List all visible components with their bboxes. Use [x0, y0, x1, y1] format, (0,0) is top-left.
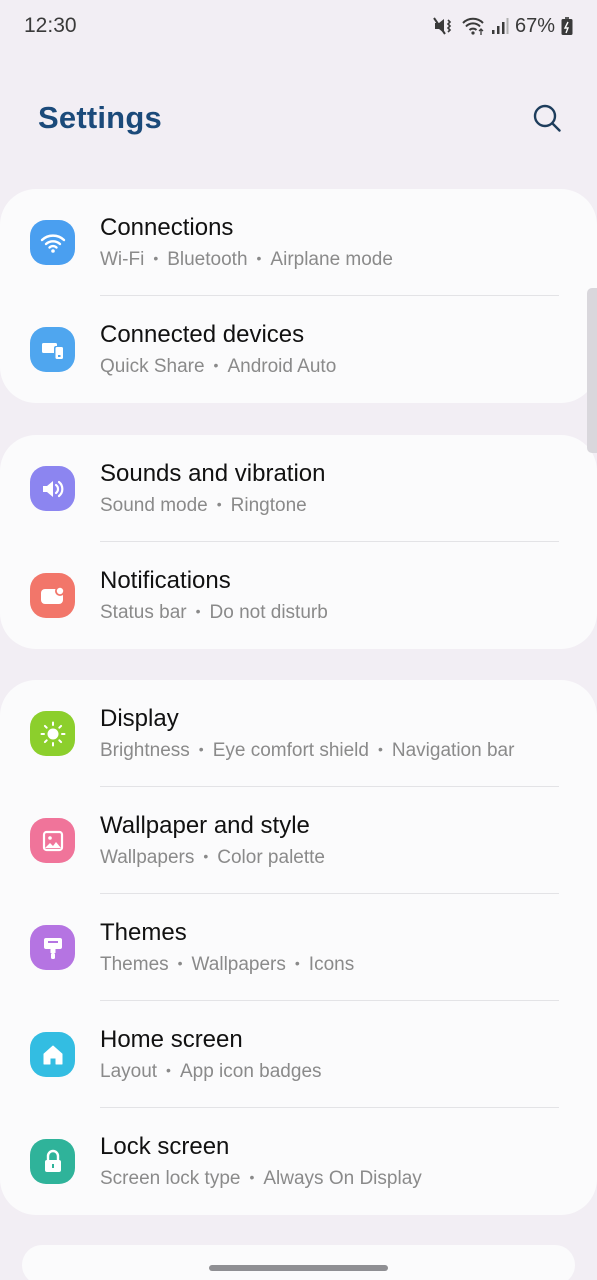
item-title: Themes	[100, 919, 187, 946]
subtitle-part: Airplane mode	[270, 249, 393, 270]
item-title: Lock screen	[100, 1133, 230, 1160]
battery-charging-icon	[561, 16, 573, 36]
item-subtitle: Quick Share • Android Auto	[100, 356, 337, 377]
page-title: Settings	[38, 100, 162, 135]
wifi-icon	[461, 16, 485, 36]
mute-vibrate-icon	[433, 16, 455, 36]
gesture-nav-handle[interactable]	[209, 1265, 388, 1271]
image-icon	[30, 818, 75, 863]
lock-icon	[30, 1139, 75, 1184]
signal-icon	[491, 16, 509, 36]
settings-group-display: Display Brightness • Eye comfort shield • Na…	[0, 680, 597, 1215]
item-subtitle: Wallpapers • Color palette	[100, 847, 325, 868]
settings-item-notifications[interactable]: Notifications Status bar • Do not disturb	[0, 542, 597, 649]
subtitle-part: Themes	[100, 954, 169, 975]
item-title: Sounds and vibration	[100, 460, 326, 487]
settings-item-sounds-and-vibration[interactable]: Sounds and vibration Sound mode • Ringtone	[0, 435, 597, 542]
devices-icon	[30, 327, 75, 372]
item-title: Home screen	[100, 1026, 243, 1053]
item-subtitle: Wi-Fi • Bluetooth • Airplane mode	[100, 249, 393, 270]
subtitle-part: Wallpapers	[100, 847, 195, 868]
header: Settings	[0, 90, 597, 146]
settings-item-home-screen[interactable]: Home screen Layout • App icon badges	[0, 1001, 597, 1108]
item-subtitle: Screen lock type • Always On Display	[100, 1168, 422, 1189]
subtitle-part: Status bar	[100, 602, 187, 623]
settings-item-connected-devices[interactable]: Connected devices Quick Share • Android Au…	[0, 296, 597, 403]
search-icon	[533, 104, 561, 132]
subtitle-part: Eye comfort shield	[212, 740, 369, 761]
item-title: Wallpaper and style	[100, 812, 310, 839]
scrollbar[interactable]	[587, 288, 597, 453]
settings-group-sounds: Sounds and vibration Sound mode • Ringtone…	[0, 435, 597, 649]
subtitle-part: Icons	[308, 954, 355, 975]
settings-group-connectivity: Connections Wi-Fi • Bluetooth • Airplane mod…	[0, 189, 597, 403]
item-subtitle: Layout • App icon badges	[100, 1061, 322, 1082]
search-button[interactable]	[527, 98, 567, 138]
subtitle-part: Sound mode	[100, 495, 208, 516]
item-title: Notifications	[100, 567, 231, 594]
settings-item-display[interactable]: Display Brightness • Eye comfort shield • Na…	[0, 680, 597, 787]
status-time: 12:30	[24, 14, 77, 37]
subtitle-part: Always On Display	[263, 1168, 422, 1189]
battery-percent: 67%	[514, 14, 555, 37]
subtitle-part: Screen lock type	[100, 1168, 241, 1189]
next-settings-group	[22, 1245, 575, 1280]
item-title: Display	[100, 705, 179, 732]
item-title: Connections	[100, 214, 234, 241]
subtitle-part: Color palette	[217, 847, 325, 868]
wifi-icon	[30, 220, 75, 265]
item-subtitle: Brightness • Eye comfort shield • Navigation…	[100, 740, 515, 761]
status-bar: 12:30 67%	[0, 0, 597, 52]
home-icon	[30, 1032, 75, 1077]
subtitle-part: Wi-Fi	[100, 249, 145, 270]
subtitle-part: Wallpapers	[191, 954, 286, 975]
subtitle-part: App icon badges	[179, 1061, 322, 1082]
subtitle-part: Quick Share	[100, 356, 205, 377]
speaker-icon	[30, 466, 75, 511]
subtitle-part: Navigation bar	[391, 740, 515, 761]
settings-item-lock-screen[interactable]: Lock screen Screen lock type • Always On D…	[0, 1108, 597, 1215]
subtitle-part: Brightness	[100, 740, 190, 761]
item-subtitle: Sound mode • Ringtone	[100, 495, 307, 516]
subtitle-part: Ringtone	[230, 495, 307, 516]
subtitle-part: Layout	[100, 1061, 158, 1082]
settings-item-themes[interactable]: Themes Themes • Wallpapers • Icons	[0, 894, 597, 1001]
paintbrush-icon	[30, 925, 75, 970]
subtitle-part: Bluetooth	[167, 249, 248, 270]
item-subtitle: Themes • Wallpapers • Icons	[100, 954, 355, 975]
notification-icon	[30, 573, 75, 618]
item-title: Connected devices	[100, 321, 305, 348]
status-icons: 67%	[433, 15, 573, 38]
sun-icon	[30, 711, 75, 756]
subtitle-part: Android Auto	[227, 356, 337, 377]
subtitle-part: Do not disturb	[209, 602, 328, 623]
settings-item-wallpaper-and-style[interactable]: Wallpaper and style Wallpapers • Color pal…	[0, 787, 597, 894]
settings-item-connections[interactable]: Connections Wi-Fi • Bluetooth • Airplane mod…	[0, 189, 597, 296]
item-subtitle: Status bar • Do not disturb	[100, 602, 328, 623]
